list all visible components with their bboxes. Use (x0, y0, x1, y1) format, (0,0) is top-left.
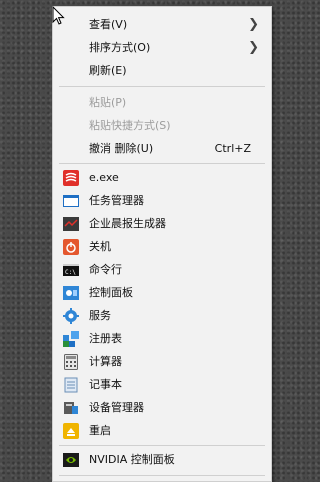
menu-item-undo-delete[interactable]: 撤消 删除(U) Ctrl+Z (53, 137, 271, 160)
menu-item-nvidia-label: NVIDIA 控制面板 (89, 453, 175, 466)
menu-item-nvidia[interactable]: NVIDIA 控制面板 (53, 448, 271, 471)
menu-item-refresh-label: 刷新(E) (89, 64, 127, 77)
mouse-cursor-icon (52, 6, 65, 25)
menu-item-paste-shortcut: 粘贴快捷方式(S) (53, 114, 271, 137)
menu-item-eexe-label: e.exe (89, 171, 119, 184)
eexe-icon (63, 170, 79, 186)
submenu-arrow-icon: ❯ (248, 17, 259, 32)
task-manager-icon (63, 195, 79, 207)
menu-item-regedit[interactable]: 注册表 (53, 327, 271, 350)
menu-item-restart-label: 重启 (89, 424, 111, 437)
command-prompt-icon: C:\ (63, 264, 79, 276)
menu-item-notepad[interactable]: 记事本 (53, 373, 271, 396)
menu-item-view[interactable]: 查看(V) ❯ (53, 13, 271, 36)
power-icon (63, 239, 79, 255)
menu-item-paste-label: 粘贴(P) (89, 96, 127, 109)
calculator-icon (64, 354, 78, 370)
menu-separator (59, 163, 265, 164)
menu-item-shutdown-label: 关机 (89, 240, 111, 253)
menu-item-calculator-label: 计算器 (89, 355, 122, 368)
menu-item-paste-shortcut-label: 粘贴快捷方式(S) (89, 119, 171, 132)
menu-item-calculator[interactable]: 计算器 (53, 350, 271, 373)
menu-item-restart[interactable]: 重启 (53, 419, 271, 442)
menu-item-task-manager-label: 任务管理器 (89, 194, 144, 207)
submenu-arrow-icon: ❯ (248, 40, 259, 55)
menu-item-cmd[interactable]: C:\ 命令行 (53, 258, 271, 281)
menu-item-paste: 粘贴(P) (53, 91, 271, 114)
undo-shortcut-text: Ctrl+Z (214, 142, 251, 155)
menu-item-regedit-label: 注册表 (89, 332, 122, 345)
menu-item-sort-label: 排序方式(O) (89, 41, 151, 54)
menu-item-refresh[interactable]: 刷新(E) (53, 59, 271, 82)
menu-item-device-manager[interactable]: 设备管理器 (53, 396, 271, 419)
menu-item-shutdown[interactable]: 关机 (53, 235, 271, 258)
menu-item-eexe[interactable]: e.exe (53, 166, 271, 189)
menu-separator (59, 86, 265, 87)
menu-item-device-manager-label: 设备管理器 (89, 401, 144, 414)
menu-item-sort[interactable]: 排序方式(O) ❯ (53, 36, 271, 59)
menu-item-control-panel[interactable]: 控制面板 (53, 281, 271, 304)
svg-text:C:\: C:\ (65, 269, 76, 276)
menu-separator (59, 445, 265, 446)
control-panel-icon (63, 286, 79, 300)
menu-item-view-label: 查看(V) (89, 18, 128, 31)
menu-item-cmd-label: 命令行 (89, 263, 122, 276)
restart-icon (63, 423, 79, 439)
services-gear-icon (63, 308, 79, 324)
nvidia-icon (63, 453, 79, 467)
menu-item-report-generator[interactable]: 企业晨报生成器 (53, 212, 271, 235)
menu-item-services[interactable]: 服务 (53, 304, 271, 327)
desktop-context-menu: 查看(V) ❯ 排序方式(O) ❯ 刷新(E) 粘贴(P) 粘贴快捷方式(S) … (52, 6, 272, 482)
menu-item-task-manager[interactable]: 任务管理器 (53, 189, 271, 212)
device-manager-icon (64, 402, 78, 414)
menu-item-services-label: 服务 (89, 309, 111, 322)
menu-item-control-panel-label: 控制面板 (89, 286, 133, 299)
menu-item-undo-delete-label: 撤消 删除(U) (89, 142, 154, 155)
menu-item-report-generator-label: 企业晨报生成器 (89, 217, 166, 230)
notepad-icon (64, 377, 78, 393)
registry-icon (63, 331, 79, 347)
menu-item-notepad-label: 记事本 (89, 378, 122, 391)
report-generator-icon (63, 217, 79, 231)
